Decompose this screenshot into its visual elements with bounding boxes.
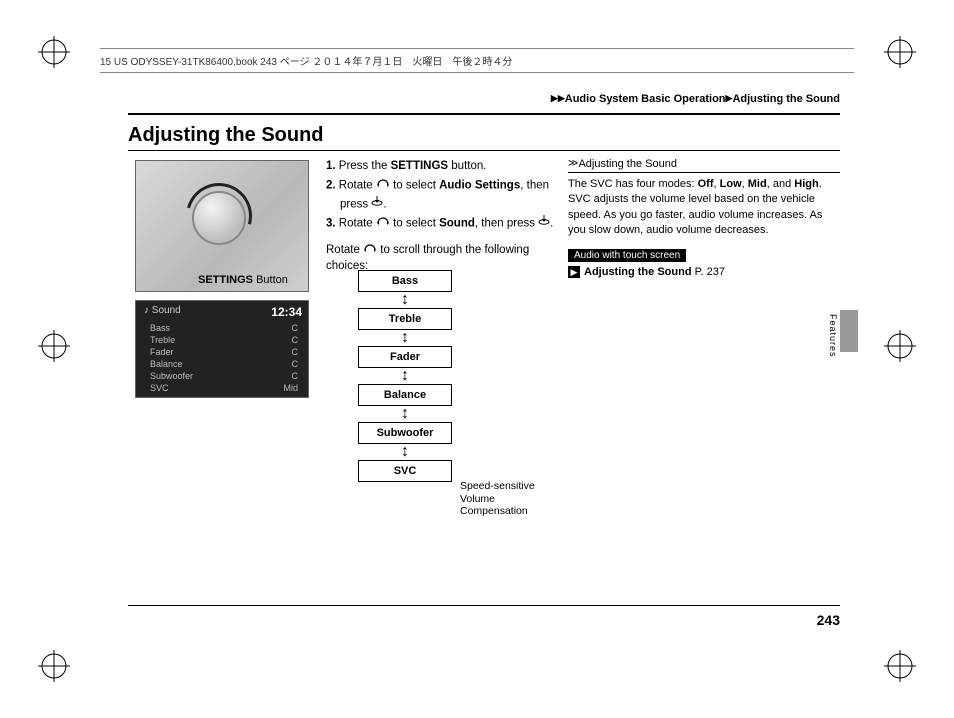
triangle-icon: ▶ (726, 93, 733, 103)
crop-mark-icon (38, 36, 70, 68)
illustration-settings-dial (135, 160, 309, 292)
updown-arrow-icon: ↕ (358, 292, 452, 308)
page-title: Adjusting the Sound (128, 124, 324, 147)
divider (128, 150, 840, 151)
print-metadata: 15 US ODYSSEY-31TK86400.book 243 ページ ２０１… (100, 48, 854, 73)
dial-icon (376, 214, 390, 231)
illustration-sound-screen: ♪ Sound 12:34 BassC TrebleC FaderC Balan… (135, 300, 309, 398)
section-tab-bg (840, 310, 858, 352)
flow-box: Balance (358, 384, 452, 406)
flow-box: Bass (358, 270, 452, 292)
flow-diagram: Bass ↕ Treble ↕ Fader ↕ Balance ↕ Subwoo… (358, 270, 452, 482)
cross-reference: ▶Adjusting the Sound P. 237 (568, 266, 840, 278)
triangle-icon: ▶▶ (551, 93, 565, 103)
divider (128, 113, 840, 115)
category-pill: Audio with touch screen (568, 249, 686, 262)
updown-arrow-icon: ↕ (358, 330, 452, 346)
push-icon (538, 214, 550, 231)
push-icon (371, 195, 383, 212)
updown-arrow-icon: ↕ (358, 368, 452, 384)
xref-icon: ▶ (568, 266, 580, 278)
flow-box: Fader (358, 346, 452, 368)
crop-mark-icon (884, 650, 916, 682)
updown-arrow-icon: ↕ (358, 444, 452, 460)
crop-mark-icon (884, 36, 916, 68)
page-number: 243 (817, 612, 840, 628)
flow-box: Treble (358, 308, 452, 330)
sidebar-paragraph: The SVC has four modes: Off, Low, Mid, a… (568, 177, 840, 239)
divider (128, 605, 840, 606)
svc-caption: Speed-sensitive Volume Compensation (460, 480, 560, 518)
instruction-list: 1. Press the SETTINGS button. 2. Rotate … (326, 158, 554, 234)
dial-icon (363, 241, 377, 257)
section-tab-label: Features (826, 314, 838, 358)
crop-mark-icon (38, 650, 70, 682)
crop-mark-icon (38, 330, 70, 362)
sidebar-note: ≫Adjusting the Sound The SVC has four mo… (568, 158, 840, 278)
dial-icon (376, 176, 390, 193)
illustration-caption: SETTINGS Button (198, 274, 288, 286)
sidebar-heading: ≫Adjusting the Sound (568, 158, 840, 173)
breadcrumb: ▶▶Audio System Basic Operation▶Adjusting… (551, 93, 840, 105)
flow-box: SVC (358, 460, 452, 482)
flow-box: Subwoofer (358, 422, 452, 444)
crop-mark-icon (884, 330, 916, 362)
double-triangle-icon: ≫ (568, 158, 576, 169)
updown-arrow-icon: ↕ (358, 406, 452, 422)
